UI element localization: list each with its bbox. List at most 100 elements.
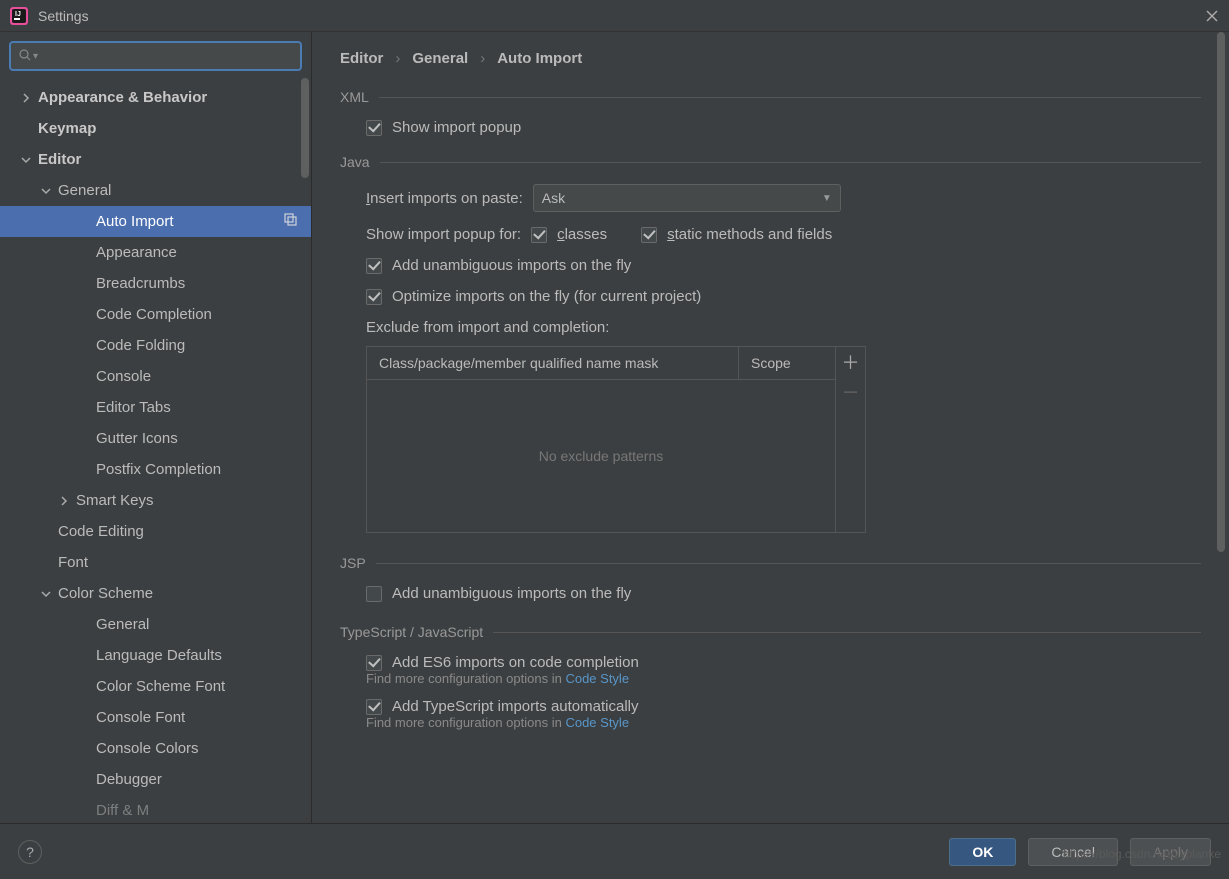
link-code-style[interactable]: Code Style xyxy=(565,671,629,686)
tree-node[interactable]: Font xyxy=(0,547,311,578)
chevron-down-icon xyxy=(40,185,52,197)
tree-node[interactable]: Postfix Completion xyxy=(0,454,311,485)
section-title-xml: XML xyxy=(340,89,1201,105)
tree-node[interactable]: Console Colors xyxy=(0,733,311,764)
select-insert-paste[interactable]: Ask ▼ xyxy=(533,184,841,212)
tree-node[interactable]: Auto Import xyxy=(0,206,311,237)
checkbox-jsp-unambiguous[interactable] xyxy=(366,586,382,602)
footer: ? OK Cancel Apply xyxy=(0,823,1229,879)
tree-node[interactable]: Diff & M xyxy=(0,795,311,821)
tree-node[interactable]: General xyxy=(0,175,311,206)
tree-label: Code Folding xyxy=(96,337,185,354)
tree-label: Keymap xyxy=(38,120,96,137)
tree-node[interactable]: Color Scheme Font xyxy=(0,671,311,702)
label-classes: classes xyxy=(557,226,607,243)
tree-label: Breadcrumbs xyxy=(96,275,185,292)
exclude-col-scope[interactable]: Scope xyxy=(739,347,835,379)
exclude-col-name[interactable]: Class/package/member qualified name mask xyxy=(367,347,739,379)
tree-label: Gutter Icons xyxy=(96,430,178,447)
tree-label: Console xyxy=(96,368,151,385)
chevron-right-icon: › xyxy=(480,50,485,67)
checkbox-add-unambiguous[interactable] xyxy=(366,258,382,274)
tree-node[interactable]: Color Scheme xyxy=(0,578,311,609)
svg-text:IJ: IJ xyxy=(15,11,21,18)
checkbox-xml-popup[interactable] xyxy=(366,120,382,136)
search-input[interactable]: ▾ xyxy=(10,42,301,70)
breadcrumb-item[interactable]: Editor xyxy=(340,50,383,67)
chevron-right-icon xyxy=(58,495,70,507)
tree-node[interactable]: Keymap xyxy=(0,113,311,144)
chevron-down-icon xyxy=(20,154,32,166)
tree-node[interactable]: Breadcrumbs xyxy=(0,268,311,299)
breadcrumb-item[interactable]: General xyxy=(412,50,468,67)
checkbox-classes[interactable] xyxy=(531,227,547,243)
tree-node[interactable]: Appearance xyxy=(0,237,311,268)
link-code-style[interactable]: Code Style xyxy=(565,715,629,730)
search-icon xyxy=(19,49,31,64)
section-title-jsp: JSP xyxy=(340,555,1201,571)
tree-label: Console Font xyxy=(96,709,185,726)
tree-label: Code Completion xyxy=(96,306,212,323)
select-value: Ask xyxy=(542,190,565,206)
search-field[interactable] xyxy=(38,49,292,64)
checkbox-optimize[interactable] xyxy=(366,289,382,305)
tree-node[interactable]: Code Completion xyxy=(0,299,311,330)
tree-node[interactable]: Gutter Icons xyxy=(0,423,311,454)
tree-node[interactable]: Editor Tabs xyxy=(0,392,311,423)
tree-label: Code Editing xyxy=(58,523,144,540)
section-label: XML xyxy=(340,89,369,105)
exclude-table: Class/package/member qualified name mask… xyxy=(366,346,866,533)
chevron-down-icon: ▼ xyxy=(822,193,832,204)
label-xml-popup: Show import popup xyxy=(392,119,521,136)
tree-label: Diff & M xyxy=(96,802,149,819)
help-button[interactable]: ? xyxy=(18,840,42,864)
tree-label: Debugger xyxy=(96,771,162,788)
sidebar: ▾ Appearance & Behavior Keymap Editor Gener… xyxy=(0,32,312,823)
checkbox-es6[interactable] xyxy=(366,655,382,671)
label-static: static methods and fields xyxy=(667,226,832,243)
tree-node[interactable]: Smart Keys xyxy=(0,485,311,516)
tree-node[interactable]: Appearance & Behavior xyxy=(0,82,311,113)
section-title-java: Java xyxy=(340,154,1201,170)
ok-button[interactable]: OK xyxy=(949,838,1016,866)
tree-node[interactable]: Console xyxy=(0,361,311,392)
section-label: TypeScript / JavaScript xyxy=(340,624,483,640)
content-panel: Editor › General › Auto Import XML Show … xyxy=(312,32,1229,823)
tree-node[interactable]: Language Defaults xyxy=(0,640,311,671)
chevron-right-icon: › xyxy=(395,50,400,67)
tree-node[interactable]: Code Editing xyxy=(0,516,311,547)
label-jsp-unambiguous: Add unambiguous imports on the fly xyxy=(392,585,631,602)
tree-node[interactable]: General xyxy=(0,609,311,640)
tree-label: Editor xyxy=(38,151,81,168)
hint-ts: Find more configuration options in Code … xyxy=(340,715,1201,730)
label-insert-paste: Insert imports on paste: xyxy=(366,190,523,207)
label-optimize: Optimize imports on the fly (for current… xyxy=(392,288,701,305)
app-icon: IJ xyxy=(10,7,28,25)
label-exclude: Exclude from import and completion: xyxy=(340,319,1201,336)
tree-node[interactable]: Code Folding xyxy=(0,330,311,361)
tree-label: General xyxy=(58,182,111,199)
checkbox-ts[interactable] xyxy=(366,699,382,715)
tree-label: Font xyxy=(58,554,88,571)
label-add-unambiguous: Add unambiguous imports on the fly xyxy=(392,257,631,274)
content-scrollbar[interactable] xyxy=(1217,32,1225,552)
tree-label: Smart Keys xyxy=(76,492,154,509)
tree-node[interactable]: Editor xyxy=(0,144,311,175)
remove-button[interactable]: － xyxy=(836,377,865,407)
section-label: Java xyxy=(340,154,370,170)
sidebar-scrollbar[interactable] xyxy=(301,78,309,178)
tree-label: Appearance xyxy=(96,244,177,261)
breadcrumb: Editor › General › Auto Import xyxy=(340,50,1201,67)
settings-tree: Appearance & Behavior Keymap Editor General… xyxy=(0,78,311,821)
tree-node[interactable]: Console Font xyxy=(0,702,311,733)
copy-icon[interactable] xyxy=(284,213,297,230)
tree-label: Color Scheme Font xyxy=(96,678,225,695)
tree-label: General xyxy=(96,616,149,633)
add-button[interactable]: ＋ xyxy=(836,347,865,377)
tree-node[interactable]: Debugger xyxy=(0,764,311,795)
close-icon[interactable] xyxy=(1205,9,1219,23)
watermark: https://blog.csdn.net/zyplanke xyxy=(1063,847,1221,861)
checkbox-static[interactable] xyxy=(641,227,657,243)
tree-label: Auto Import xyxy=(96,213,174,230)
label-show-popup-for: Show import popup for: xyxy=(366,226,521,243)
